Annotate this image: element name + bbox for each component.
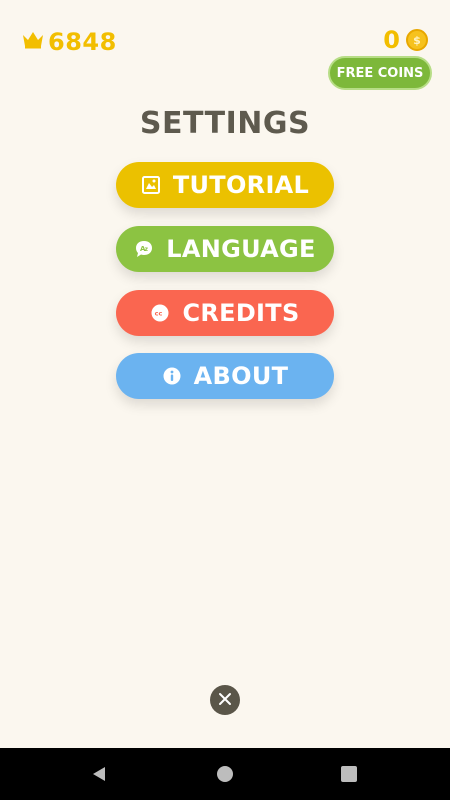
- free-coins-button[interactable]: FREE COINS: [328, 56, 432, 90]
- tutorial-icon: [141, 175, 161, 195]
- credits-button[interactable]: cc CREDITS: [116, 290, 334, 336]
- coin-balance: 0 $: [383, 26, 428, 54]
- close-icon: [218, 691, 232, 710]
- coins-value: 0: [383, 26, 400, 54]
- android-nav-bar: [0, 748, 450, 800]
- cc-icon: cc: [150, 303, 170, 323]
- back-icon[interactable]: [90, 765, 108, 783]
- score-value: 6848: [48, 28, 117, 56]
- close-button[interactable]: [210, 685, 240, 715]
- language-icon: A z: [134, 239, 154, 259]
- coin-icon: $: [406, 29, 428, 51]
- svg-text:cc: cc: [155, 310, 163, 318]
- info-icon: [162, 366, 182, 386]
- tutorial-label: TUTORIAL: [172, 171, 310, 199]
- language-label: LANGUAGE: [166, 235, 316, 263]
- crown-icon: [22, 31, 44, 49]
- svg-text:z: z: [145, 246, 149, 253]
- about-button[interactable]: ABOUT: [116, 353, 334, 399]
- credits-label: CREDITS: [182, 299, 300, 327]
- about-label: ABOUT: [193, 362, 289, 390]
- language-button[interactable]: A z LANGUAGE: [116, 226, 334, 272]
- score-display: 6848: [22, 28, 117, 56]
- settings-screen: 6848 0 $ FREE COINS SETTINGS TUTORIAL A …: [0, 0, 450, 748]
- tutorial-button[interactable]: TUTORIAL: [116, 162, 334, 208]
- recents-icon[interactable]: [341, 766, 357, 782]
- home-icon[interactable]: [217, 766, 233, 782]
- page-title: SETTINGS: [139, 106, 311, 141]
